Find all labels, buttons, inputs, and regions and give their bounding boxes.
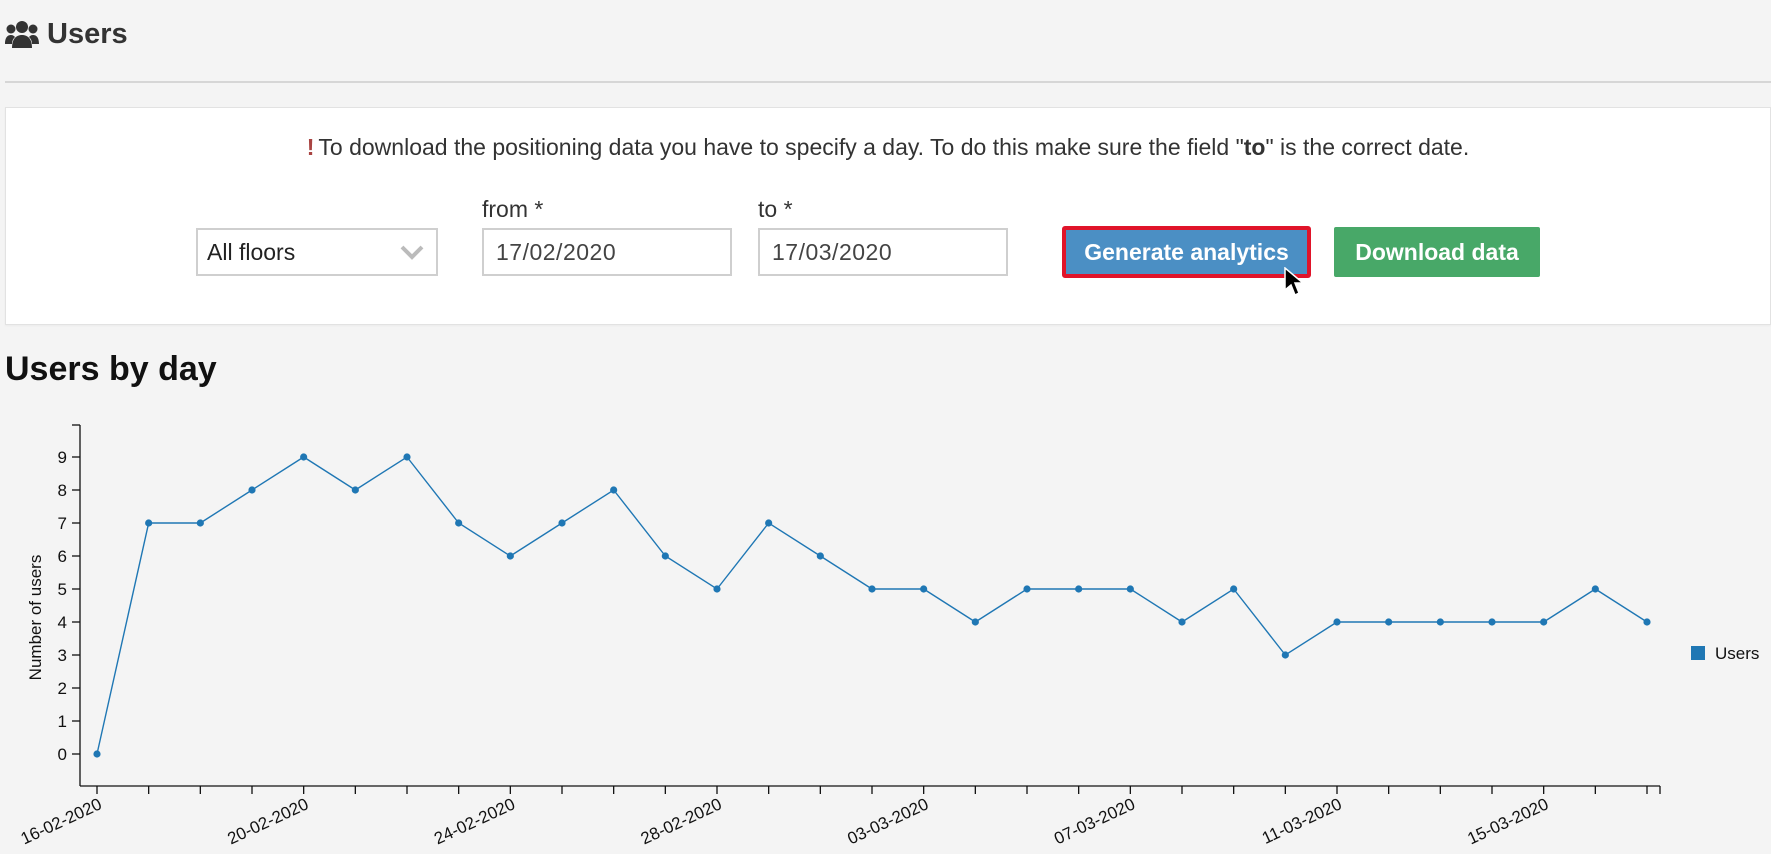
data-point: [196, 519, 204, 527]
exclamation-icon: !: [306, 134, 315, 160]
data-point: [93, 750, 101, 758]
x-tick-label: 24-02-2020: [431, 794, 518, 848]
chevron-down-icon: [400, 245, 424, 260]
data-point: [661, 552, 669, 560]
data-point: [1230, 585, 1238, 593]
y-tick-label: 9: [58, 448, 67, 467]
y-tick-label: 5: [58, 580, 67, 599]
chart-legend: Users: [1691, 644, 1759, 663]
x-tick-label: 16-02-2020: [18, 794, 105, 848]
mouse-cursor-icon: [1284, 267, 1306, 297]
download-data-button[interactable]: Download data: [1334, 227, 1540, 277]
filter-panel: ! To download the positioning data you ha…: [5, 107, 1771, 325]
chart-ticks: 0 1 2 3 4 5 6 7 8 9 16-02-2020 20-02-2020 24-02-2020…: [18, 448, 1648, 848]
page-title: Users: [47, 18, 128, 50]
data-point: [816, 552, 824, 560]
y-tick-label: 8: [58, 481, 67, 500]
legend-swatch: [1691, 646, 1705, 660]
page-header: Users: [5, 18, 128, 51]
data-point: [1023, 585, 1031, 593]
data-point: [920, 585, 928, 593]
header-divider: [5, 81, 1771, 83]
data-point: [1178, 618, 1186, 626]
x-tick-label: 28-02-2020: [638, 794, 725, 848]
y-tick-label: 4: [58, 613, 67, 632]
data-point: [1281, 651, 1289, 659]
download-notice: ! To download the positioning data you ha…: [6, 134, 1770, 161]
data-point: [610, 486, 618, 494]
notice-text-after: " is the correct date.: [1265, 134, 1470, 160]
y-tick-label: 6: [58, 547, 67, 566]
data-point: [868, 585, 876, 593]
y-axis-label: Number of users: [26, 555, 45, 681]
to-date-value: 17/03/2020: [772, 238, 893, 265]
from-label: from *: [482, 196, 544, 222]
users-icon: [5, 20, 39, 48]
data-point: [1075, 585, 1083, 593]
chart-axes: Number of users: [26, 424, 1661, 794]
y-tick-label: 3: [58, 646, 67, 665]
data-point: [1643, 618, 1651, 626]
data-point: [248, 486, 256, 494]
section-title: Users by day: [5, 350, 217, 388]
x-tick-label: 03-03-2020: [845, 794, 932, 848]
data-point: [1126, 585, 1134, 593]
y-tick-label: 7: [58, 514, 67, 533]
data-point: [300, 453, 308, 461]
data-point: [971, 618, 979, 626]
x-tick-label: 11-03-2020: [1259, 794, 1345, 847]
data-point: [1591, 585, 1599, 593]
y-tick-label: 1: [58, 712, 67, 731]
data-point: [455, 519, 463, 527]
users-by-day-chart: Number of users 0 1 2 3 4 5 6 7 8 9 16-02-2020 20-0…: [18, 424, 1759, 848]
data-point: [145, 519, 153, 527]
data-point: [558, 519, 566, 527]
x-tick-label: 20-02-2020: [225, 794, 312, 848]
data-point: [765, 519, 773, 527]
generate-analytics-button[interactable]: Generate analytics: [1062, 226, 1311, 278]
data-point: [713, 585, 721, 593]
legend-label: Users: [1715, 644, 1759, 663]
x-tick-label: 15-03-2020: [1465, 794, 1552, 848]
notice-text-bold: to: [1243, 134, 1266, 160]
data-point: [1333, 618, 1341, 626]
data-point: [351, 486, 359, 494]
to-label: to *: [758, 196, 793, 222]
data-point: [1385, 618, 1393, 626]
chart-series: [93, 453, 1651, 758]
data-point: [403, 453, 411, 461]
x-tick-label: 07-03-2020: [1051, 794, 1138, 848]
floor-select-value: All floors: [207, 238, 296, 265]
y-tick-label: 2: [58, 679, 67, 698]
data-point: [1488, 618, 1496, 626]
data-point: [506, 552, 514, 560]
data-point: [1436, 618, 1444, 626]
to-date-input[interactable]: 17/03/2020: [758, 228, 1008, 276]
y-tick-label: 0: [58, 745, 67, 764]
data-point: [1540, 618, 1548, 626]
floor-select[interactable]: All floors: [196, 228, 438, 276]
from-date-input[interactable]: 17/02/2020: [482, 228, 732, 276]
series-line: [96, 456, 1648, 755]
notice-text-before: To download the positioning data you hav…: [318, 134, 1244, 160]
from-date-value: 17/02/2020: [496, 238, 617, 265]
